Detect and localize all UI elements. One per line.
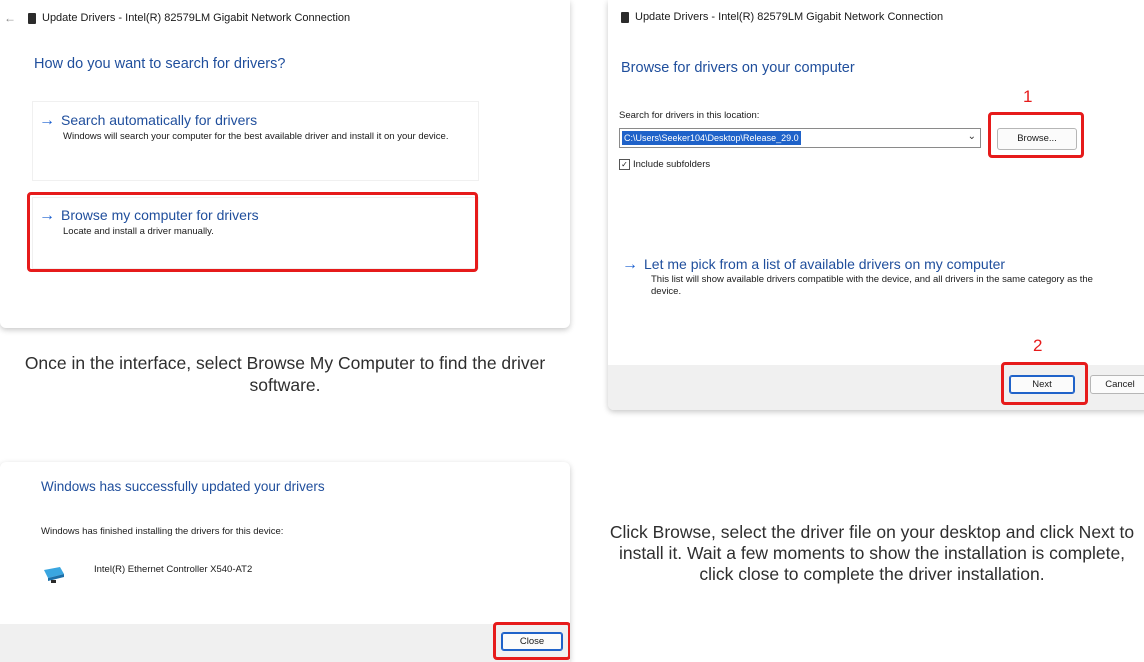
arrow-right-icon: → <box>622 256 638 273</box>
finished-message: Windows has finished installing the driv… <box>41 526 284 537</box>
network-adapter-icon <box>44 567 64 583</box>
highlight-browse-option <box>27 192 478 272</box>
dialog-titlebar: Update Drivers - Intel(R) 82579LM Gigabi… <box>621 11 943 23</box>
driver-path-combobox[interactable]: C:\Users\Seeker104\Desktop\Release_29.0 … <box>619 128 981 148</box>
next-button[interactable]: Next <box>1009 375 1075 394</box>
search-location-label: Search for drivers in this location: <box>619 110 760 121</box>
driver-success-dialog: Windows has successfully updated your dr… <box>0 462 570 662</box>
search-automatically-option[interactable]: → Search automatically for drivers Window… <box>32 101 479 181</box>
arrow-right-icon: → <box>39 112 55 129</box>
caption-step-1: Once in the interface, select Browse My … <box>24 353 546 395</box>
step-marker-1: 1 <box>1023 87 1033 106</box>
highlight-browse-button <box>988 112 1084 158</box>
device-icon <box>28 12 36 24</box>
option-description: This list will show available drivers co… <box>651 274 1093 297</box>
browse-drivers-dialog: Update Drivers - Intel(R) 82579LM Gigabi… <box>608 0 1144 410</box>
option-title: Let me pick from a list of available dri… <box>644 256 1006 272</box>
device-name: Intel(R) Ethernet Controller X540-AT2 <box>94 564 253 575</box>
dialog-heading: Windows has successfully updated your dr… <box>41 479 325 494</box>
close-button[interactable]: Close <box>501 632 563 651</box>
dialog-heading: How do you want to search for drivers? <box>34 56 286 72</box>
chevron-down-icon[interactable]: ⌄ <box>968 131 976 142</box>
dialog-footer <box>0 624 570 662</box>
dialog-heading: Browse for drivers on your computer <box>621 60 855 76</box>
option-description: Windows will search your computer for th… <box>63 131 449 142</box>
search-method-dialog: ← Update Drivers - Intel(R) 82579LM Giga… <box>0 0 570 328</box>
pick-from-list-option[interactable]: → Let me pick from a list of available dr… <box>622 256 1142 298</box>
cancel-button[interactable]: Cancel <box>1090 375 1144 394</box>
dialog-title: Update Drivers - Intel(R) 82579LM Gigabi… <box>635 11 944 23</box>
device-icon <box>621 11 629 23</box>
include-subfolders-checkbox[interactable]: ✓ Include subfolders <box>619 159 710 170</box>
option-title: Search automatically for drivers <box>61 112 258 128</box>
driver-path-value: C:\Users\Seeker104\Desktop\Release_29.0 <box>622 131 801 145</box>
include-subfolders-label: Include subfolders <box>633 159 711 171</box>
dialog-title: Update Drivers - Intel(R) 82579LM Gigabi… <box>42 12 351 24</box>
step-marker-2: 2 <box>1033 336 1043 355</box>
checkmark-icon[interactable]: ✓ <box>619 159 630 170</box>
back-arrow-icon[interactable]: ← <box>4 11 16 25</box>
dialog-titlebar: ← Update Drivers - Intel(R) 82579LM Giga… <box>4 11 350 25</box>
caption-step-2: Click Browse, select the driver file on … <box>609 522 1135 584</box>
